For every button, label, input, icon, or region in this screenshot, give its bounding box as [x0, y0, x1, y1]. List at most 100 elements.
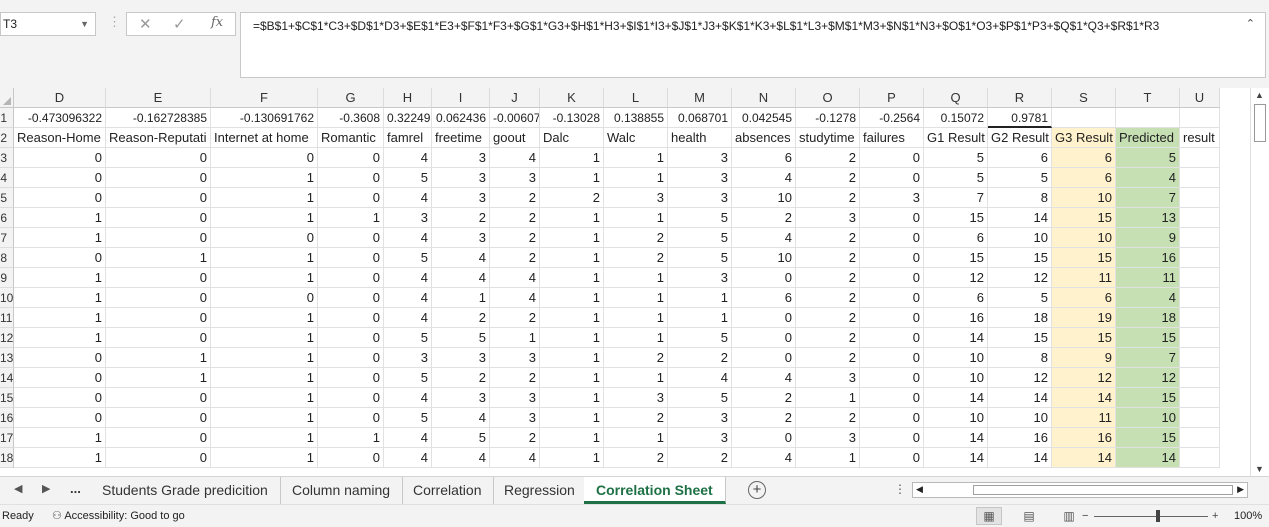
cell-L16[interactable]: 2 [604, 408, 668, 428]
row-header[interactable]: 3 [0, 148, 14, 168]
cell-D11[interactable]: 1 [14, 308, 106, 328]
cell-G6[interactable]: 1 [318, 208, 384, 228]
cell-R13[interactable]: 8 [988, 348, 1052, 368]
cell-I9[interactable]: 4 [432, 268, 490, 288]
cell-F10[interactable]: 0 [211, 288, 318, 308]
cell-L11[interactable]: 1 [604, 308, 668, 328]
cell-M4[interactable]: 3 [668, 168, 732, 188]
cell-L2[interactable]: Walc [604, 128, 668, 148]
cell-L18[interactable]: 2 [604, 448, 668, 468]
cell-Q2[interactable]: G1 Result [924, 128, 988, 148]
cell-F17[interactable]: 1 [211, 428, 318, 448]
cell-N4[interactable]: 4 [732, 168, 796, 188]
column-header-H[interactable]: H [384, 88, 432, 108]
cell-L5[interactable]: 3 [604, 188, 668, 208]
cell-U1[interactable] [1180, 108, 1220, 128]
cell-E15[interactable]: 0 [106, 388, 211, 408]
cell-L1[interactable]: 0.138855 [604, 108, 668, 128]
cell-R12[interactable]: 15 [988, 328, 1052, 348]
select-all-corner[interactable] [0, 88, 14, 108]
column-header-F[interactable]: F [211, 88, 318, 108]
cell-J4[interactable]: 3 [490, 168, 540, 188]
cell-J6[interactable]: 2 [490, 208, 540, 228]
cell-E3[interactable]: 0 [106, 148, 211, 168]
cell-G18[interactable]: 0 [318, 448, 384, 468]
cell-N11[interactable]: 0 [732, 308, 796, 328]
cell-P18[interactable]: 0 [860, 448, 924, 468]
cell-T15[interactable]: 15 [1116, 388, 1180, 408]
cell-T11[interactable]: 18 [1116, 308, 1180, 328]
cell-U12[interactable] [1180, 328, 1220, 348]
cell-E6[interactable]: 0 [106, 208, 211, 228]
column-header-D[interactable]: D [14, 88, 106, 108]
cell-O9[interactable]: 2 [796, 268, 860, 288]
cell-G14[interactable]: 0 [318, 368, 384, 388]
cell-P12[interactable]: 0 [860, 328, 924, 348]
cell-F11[interactable]: 1 [211, 308, 318, 328]
cell-J17[interactable]: 2 [490, 428, 540, 448]
row-header[interactable]: 15 [0, 388, 14, 408]
cell-P15[interactable]: 0 [860, 388, 924, 408]
cell-K5[interactable]: 2 [540, 188, 604, 208]
row-header[interactable]: 14 [0, 368, 14, 388]
cell-K18[interactable]: 1 [540, 448, 604, 468]
cell-Q8[interactable]: 15 [924, 248, 988, 268]
cell-M17[interactable]: 3 [668, 428, 732, 448]
cell-E14[interactable]: 1 [106, 368, 211, 388]
cell-M6[interactable]: 5 [668, 208, 732, 228]
cell-F3[interactable]: 0 [211, 148, 318, 168]
cell-T9[interactable]: 11 [1116, 268, 1180, 288]
cell-U5[interactable] [1180, 188, 1220, 208]
cell-M9[interactable]: 3 [668, 268, 732, 288]
cell-H15[interactable]: 4 [384, 388, 432, 408]
cell-U17[interactable] [1180, 428, 1220, 448]
cell-I6[interactable]: 2 [432, 208, 490, 228]
cell-H18[interactable]: 4 [384, 448, 432, 468]
cell-Q1[interactable]: 0.15072 [924, 108, 988, 128]
cell-R17[interactable]: 16 [988, 428, 1052, 448]
column-header-K[interactable]: K [540, 88, 604, 108]
cell-L13[interactable]: 2 [604, 348, 668, 368]
cell-O17[interactable]: 3 [796, 428, 860, 448]
cell-G9[interactable]: 0 [318, 268, 384, 288]
cell-T3[interactable]: 5 [1116, 148, 1180, 168]
cell-D16[interactable]: 0 [14, 408, 106, 428]
cell-K2[interactable]: Dalc [540, 128, 604, 148]
column-header-J[interactable]: J [490, 88, 540, 108]
cell-M15[interactable]: 5 [668, 388, 732, 408]
cell-T17[interactable]: 15 [1116, 428, 1180, 448]
column-header-G[interactable]: G [318, 88, 384, 108]
cell-Q11[interactable]: 16 [924, 308, 988, 328]
cell-K14[interactable]: 1 [540, 368, 604, 388]
cell-D14[interactable]: 0 [14, 368, 106, 388]
cell-R6[interactable]: 14 [988, 208, 1052, 228]
cell-I10[interactable]: 1 [432, 288, 490, 308]
cell-U13[interactable] [1180, 348, 1220, 368]
cell-O15[interactable]: 1 [796, 388, 860, 408]
cell-K7[interactable]: 1 [540, 228, 604, 248]
cell-J5[interactable]: 2 [490, 188, 540, 208]
cell-E7[interactable]: 0 [106, 228, 211, 248]
cell-S6[interactable]: 15 [1052, 208, 1116, 228]
cell-U11[interactable] [1180, 308, 1220, 328]
sheet-tab[interactable]: Column naming [280, 477, 404, 504]
cell-P6[interactable]: 0 [860, 208, 924, 228]
cell-T14[interactable]: 12 [1116, 368, 1180, 388]
collapse-formula-bar-icon[interactable]: ⌃ [1246, 17, 1255, 30]
cell-D13[interactable]: 0 [14, 348, 106, 368]
cell-L7[interactable]: 2 [604, 228, 668, 248]
cell-Q3[interactable]: 5 [924, 148, 988, 168]
cell-J3[interactable]: 4 [490, 148, 540, 168]
cell-S2[interactable]: G3 Result [1052, 128, 1116, 148]
cell-M1[interactable]: 0.068701 [668, 108, 732, 128]
cell-E1[interactable]: -0.162728385 [106, 108, 211, 128]
tab-scroll-left-icon[interactable]: ◀ [14, 482, 22, 495]
cell-D5[interactable]: 0 [14, 188, 106, 208]
cell-J15[interactable]: 3 [490, 388, 540, 408]
cell-O4[interactable]: 2 [796, 168, 860, 188]
cell-J18[interactable]: 4 [490, 448, 540, 468]
column-header-O[interactable]: O [796, 88, 860, 108]
cell-R11[interactable]: 18 [988, 308, 1052, 328]
name-box[interactable]: T3 ▼ [0, 12, 96, 36]
cell-G5[interactable]: 0 [318, 188, 384, 208]
